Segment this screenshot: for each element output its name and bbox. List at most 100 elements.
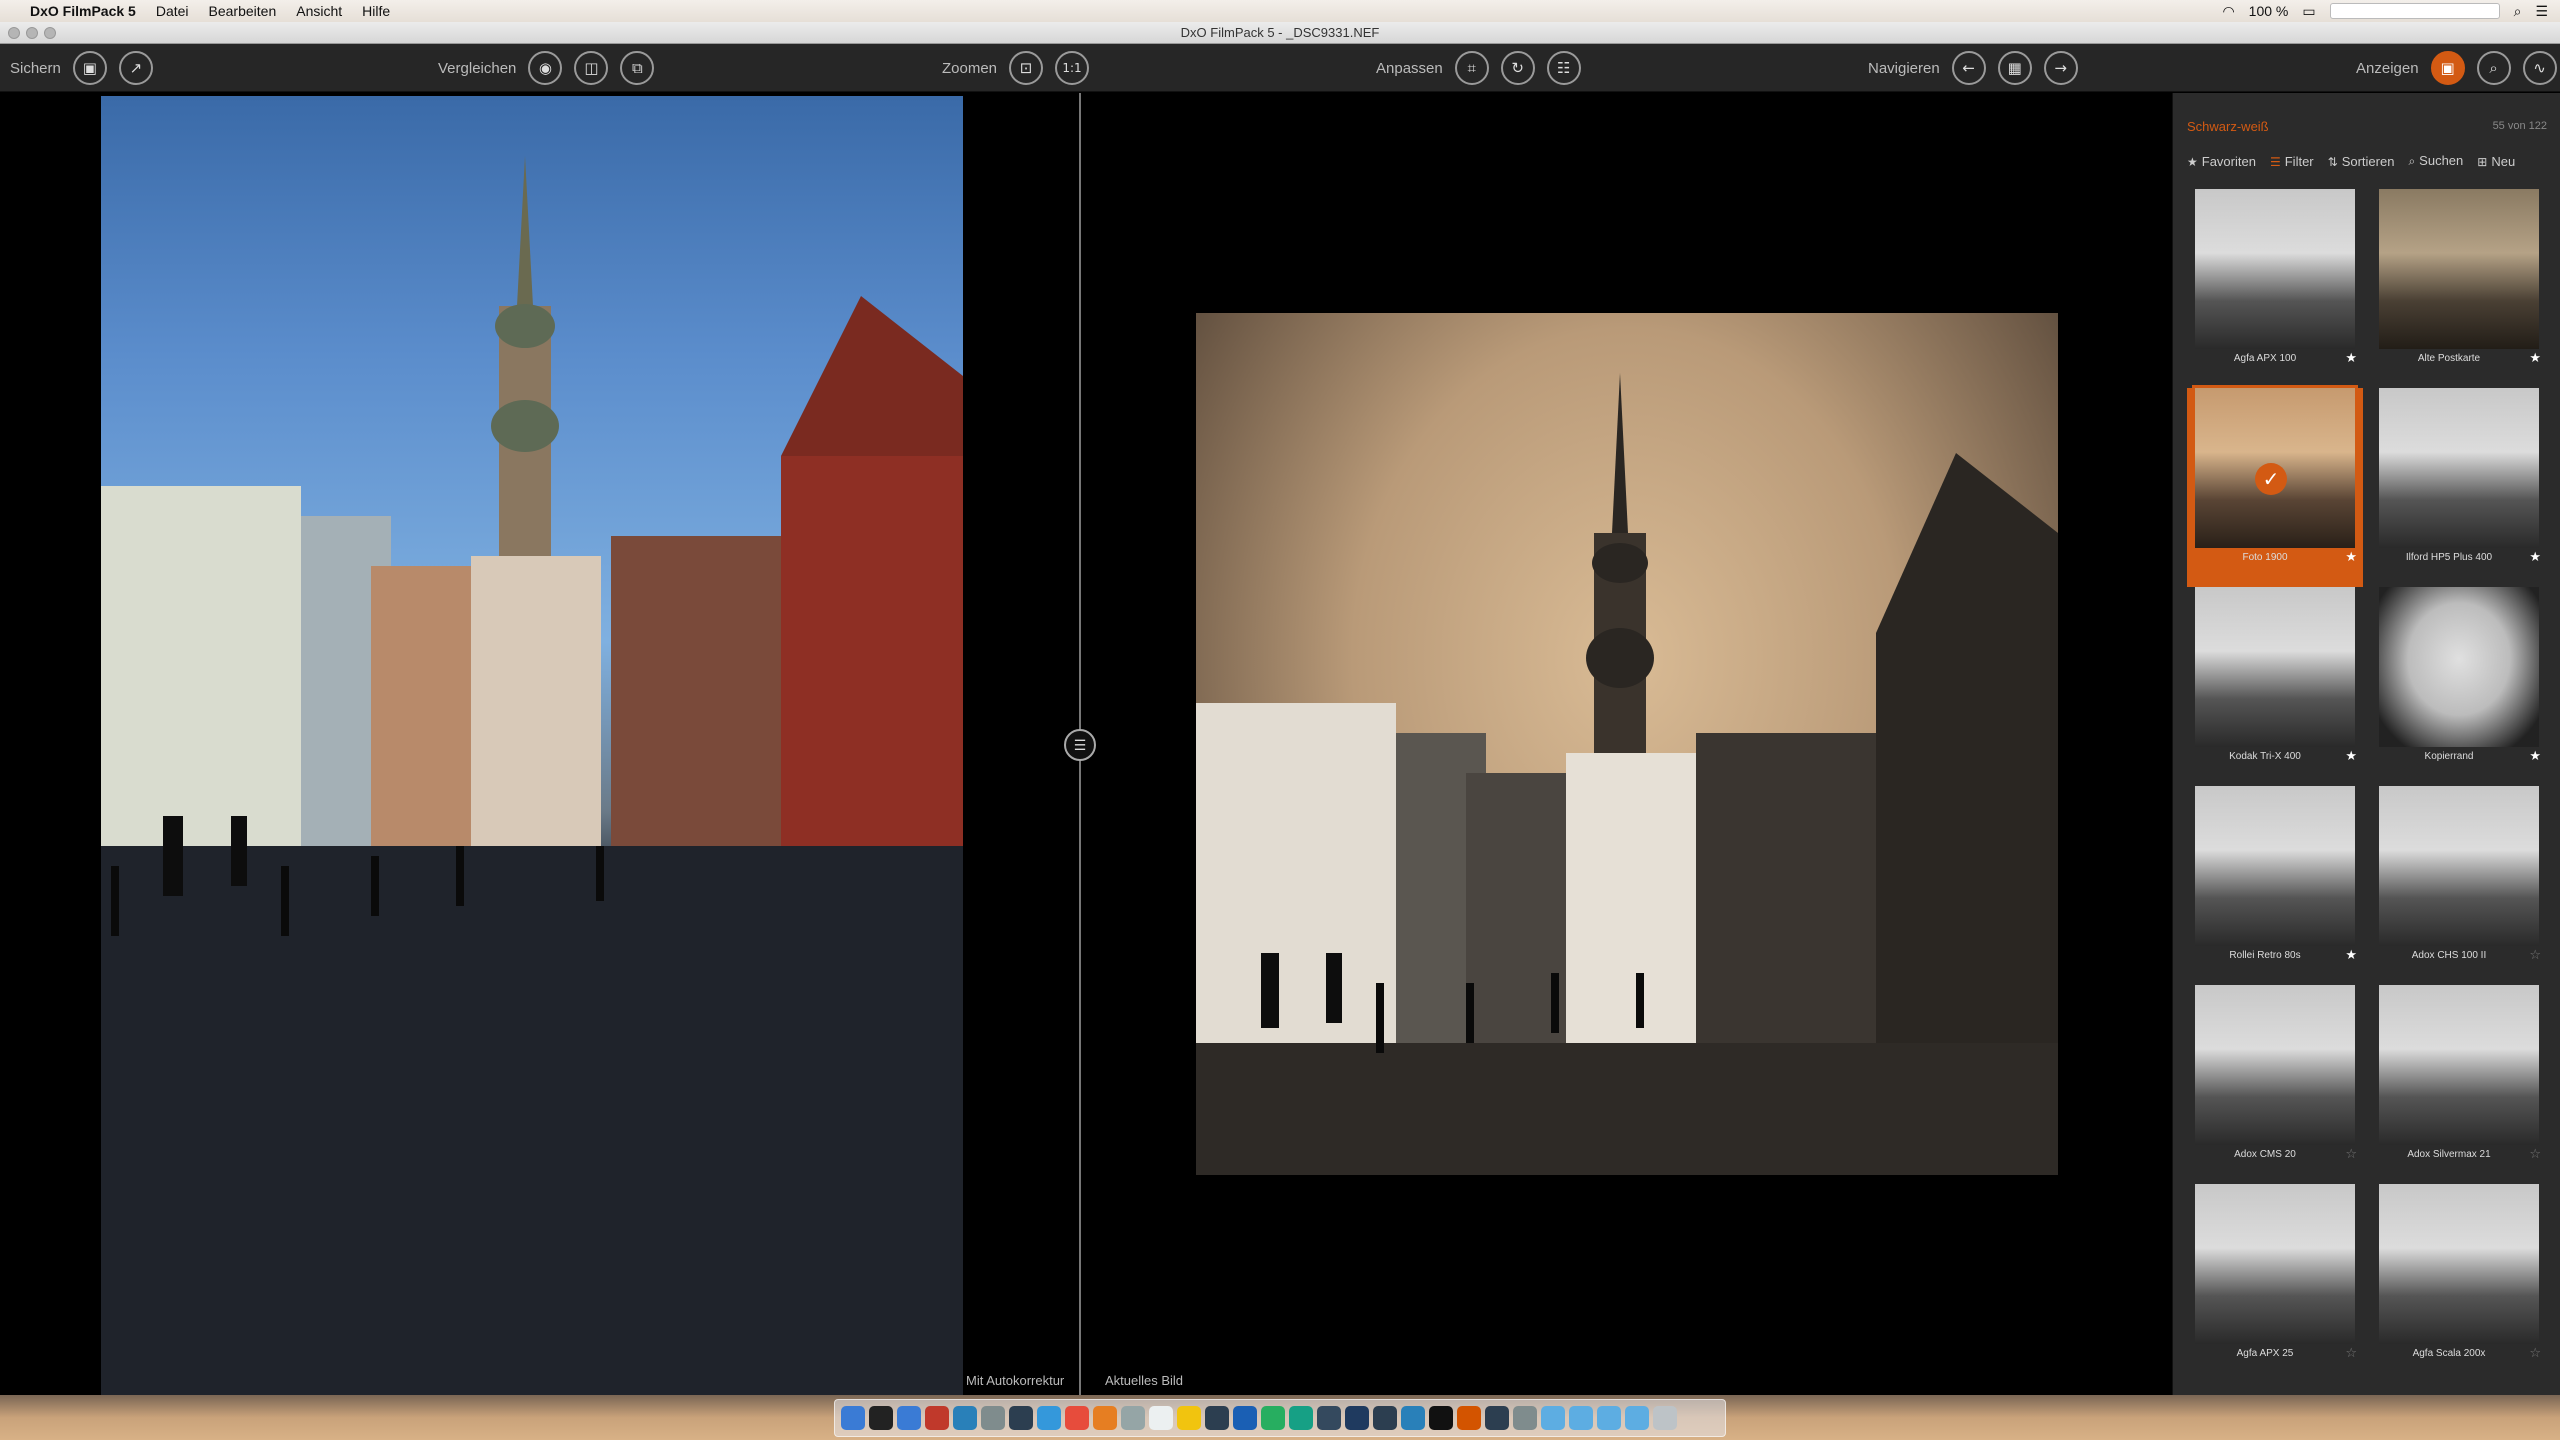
preset-item[interactable]: Kodak Tri-X 400 ★: [2187, 587, 2363, 786]
app-menu[interactable]: DxO FilmPack 5: [20, 3, 146, 19]
menu-datei[interactable]: Datei: [146, 3, 199, 19]
dxo-opticspro-icon[interactable]: [1345, 1406, 1369, 1430]
favorite-star-icon[interactable]: ★: [2529, 749, 2541, 764]
preset-item[interactable]: Agfa Scala 200x ☆: [2371, 1184, 2547, 1383]
preset-item[interactable]: Adox CHS 100 II ☆: [2371, 786, 2547, 985]
app-icon[interactable]: [1261, 1406, 1285, 1430]
app-icon[interactable]: [1289, 1406, 1313, 1430]
settings-sliders-button[interactable]: ☷: [1546, 51, 1581, 85]
sort-button[interactable]: ⇅ Sortieren: [2328, 154, 2395, 169]
compare-side-by-side-button[interactable]: ⧉: [620, 51, 655, 85]
next-image-button[interactable]: →: [2043, 51, 2078, 85]
app-icon[interactable]: [1429, 1406, 1453, 1430]
wifi-icon[interactable]: ◠: [2222, 3, 2234, 20]
zoom-100-button[interactable]: 1:1: [1055, 51, 1090, 85]
favorite-star-icon[interactable]: ★: [2345, 351, 2357, 366]
minimize-window-button[interactable]: [26, 27, 38, 39]
loupe-button[interactable]: ⌕: [2476, 51, 2511, 85]
terminal-icon[interactable]: [869, 1406, 893, 1430]
crop-button[interactable]: ⌗: [1454, 51, 1489, 85]
preset-thumbnail[interactable]: [2195, 786, 2355, 946]
favorite-star-icon[interactable]: ☆: [2529, 1147, 2541, 1162]
favorite-star-icon[interactable]: ★: [2345, 550, 2357, 565]
finder-icon[interactable]: [841, 1406, 865, 1430]
zoom-fit-button[interactable]: ⊡: [1009, 51, 1044, 85]
preset-thumbnail[interactable]: [2379, 985, 2539, 1145]
favorite-star-icon[interactable]: ☆: [2345, 1147, 2357, 1162]
filezilla-icon[interactable]: [925, 1406, 949, 1430]
folder-icon[interactable]: [1569, 1406, 1593, 1430]
favorite-star-icon[interactable]: ★: [2345, 749, 2357, 764]
preset-thumbnail[interactable]: [2195, 587, 2355, 747]
dxo-viewpoint-icon[interactable]: [1485, 1406, 1509, 1430]
dxo-filmpack-icon[interactable]: [1457, 1406, 1481, 1430]
split-handle-icon[interactable]: ☰: [1064, 729, 1096, 761]
preset-thumbnail[interactable]: [2379, 1184, 2539, 1344]
category-header[interactable]: Schwarz-weiß 55 von 122: [2187, 113, 2547, 139]
preset-item[interactable]: Adox Silvermax 21 ☆: [2371, 985, 2547, 1184]
preset-thumbnail[interactable]: [2379, 587, 2539, 747]
battery-icon[interactable]: ▭: [2302, 3, 2315, 20]
app-icon[interactable]: [1121, 1406, 1145, 1430]
folder-icon[interactable]: [1625, 1406, 1649, 1430]
preset-item[interactable]: Rollei Retro 80s ★: [2187, 786, 2363, 985]
app-icon[interactable]: [1317, 1406, 1341, 1430]
previous-image-button[interactable]: ←: [1951, 51, 1986, 85]
preset-thumbnail[interactable]: [2379, 189, 2539, 349]
category-title[interactable]: Schwarz-weiß: [2187, 119, 2269, 134]
close-window-button[interactable]: [8, 27, 20, 39]
preset-item[interactable]: Alte Postkarte ★: [2371, 189, 2547, 388]
notes-icon[interactable]: [1177, 1406, 1201, 1430]
compare-split-button[interactable]: ◫: [574, 51, 609, 85]
save-image-button[interactable]: ▣: [72, 51, 107, 85]
trash-icon[interactable]: [1653, 1406, 1677, 1430]
spotlight-field[interactable]: [2329, 3, 2500, 19]
search-button[interactable]: ⌕ Suchen: [2408, 153, 2463, 169]
app-icon[interactable]: [1205, 1406, 1229, 1430]
grid-view-button[interactable]: ▦: [1997, 51, 2032, 85]
menu-bearbeiten[interactable]: Bearbeiten: [199, 3, 287, 19]
favorite-star-icon[interactable]: ☆: [2529, 1346, 2541, 1361]
preset-thumbnail[interactable]: [2379, 786, 2539, 946]
zoom-window-button[interactable]: [44, 27, 56, 39]
preset-thumbnail[interactable]: [2195, 189, 2355, 349]
preset-item[interactable]: Ilford HP5 Plus 400 ★: [2371, 388, 2547, 587]
calendar-icon[interactable]: [1149, 1406, 1173, 1430]
safari-icon[interactable]: [897, 1406, 921, 1430]
folder-icon[interactable]: [1541, 1406, 1565, 1430]
app-icon[interactable]: [981, 1406, 1005, 1430]
dropbox-icon[interactable]: [953, 1406, 977, 1430]
app-icon[interactable]: [1037, 1406, 1061, 1430]
preset-item[interactable]: Kopierrand ★: [2371, 587, 2547, 786]
search-icon[interactable]: ⌕: [2514, 3, 2522, 20]
preset-item[interactable]: Agfa APX 25 ☆: [2187, 1184, 2363, 1383]
new-preset-button[interactable]: ⊞ Neu: [2477, 154, 2515, 169]
preset-item[interactable]: Adox CMS 20 ☆: [2187, 985, 2363, 1184]
word-icon[interactable]: [1233, 1406, 1257, 1430]
app-icon[interactable]: [1513, 1406, 1537, 1430]
app-icon[interactable]: [1093, 1406, 1117, 1430]
app-icon[interactable]: [1009, 1406, 1033, 1430]
preset-thumbnail[interactable]: [2195, 1184, 2355, 1344]
filter-button[interactable]: ☰ Filter: [2270, 154, 2314, 169]
itunes-icon[interactable]: [1065, 1406, 1089, 1430]
menu-list-icon[interactable]: ☰: [2535, 3, 2548, 20]
menu-ansicht[interactable]: Ansicht: [286, 3, 352, 19]
favorite-star-icon[interactable]: ★: [2529, 550, 2541, 565]
menu-hilfe[interactable]: Hilfe: [352, 3, 400, 19]
export-button[interactable]: ↗: [118, 51, 153, 85]
preset-item[interactable]: Agfa APX 100 ★: [2187, 189, 2363, 388]
lightroom-icon[interactable]: [1373, 1406, 1397, 1430]
favorite-star-icon[interactable]: ★: [2529, 351, 2541, 366]
folder-icon[interactable]: [1597, 1406, 1621, 1430]
favorites-button[interactable]: ★ Favoriten: [2187, 154, 2256, 169]
favorite-star-icon[interactable]: ☆: [2529, 948, 2541, 963]
app-icon[interactable]: [1401, 1406, 1425, 1430]
histogram-button[interactable]: ∿: [2522, 51, 2557, 85]
preset-item[interactable]: ✓ Foto 1900 ★: [2187, 385, 2363, 587]
favorite-star-icon[interactable]: ☆: [2345, 1346, 2357, 1361]
eye-icon[interactable]: ◉: [528, 51, 563, 85]
preset-thumbnail[interactable]: [2195, 985, 2355, 1145]
favorite-star-icon[interactable]: ★: [2345, 948, 2357, 963]
presets-panel-button[interactable]: ▣: [2430, 51, 2465, 85]
